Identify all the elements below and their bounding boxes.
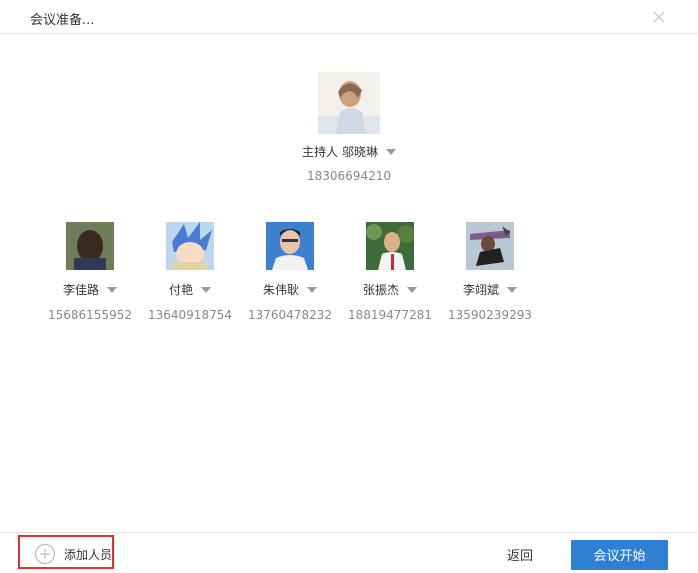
member-card: 李佳路 15686155952 bbox=[40, 222, 140, 322]
member-name: 付艳 bbox=[168, 283, 193, 297]
member-card: 李翊斌 13590239293 bbox=[440, 222, 540, 322]
member-dropdown-icon[interactable] bbox=[307, 287, 317, 293]
host-phone: 18306694210 bbox=[307, 169, 391, 183]
member-phone: 13640918754 bbox=[148, 308, 232, 322]
member-phone: 18819477281 bbox=[348, 308, 432, 322]
member-name: 张振杰 bbox=[362, 283, 399, 297]
member-phone: 13590239293 bbox=[448, 308, 532, 322]
member-name-row: 张振杰 bbox=[340, 282, 440, 298]
member-avatar bbox=[166, 222, 214, 270]
member-dropdown-icon[interactable] bbox=[407, 287, 417, 293]
host-avatar bbox=[318, 72, 380, 134]
member-avatar bbox=[366, 222, 414, 270]
member-avatar bbox=[266, 222, 314, 270]
member-name-row: 李翊斌 bbox=[440, 282, 540, 298]
member-phone: 15686155952 bbox=[48, 308, 132, 322]
dialog-footer: 添加人员 返回 会议开始 bbox=[0, 532, 698, 573]
member-name: 李佳路 bbox=[62, 283, 99, 297]
dialog-title: 会议准备... bbox=[30, 13, 95, 28]
member-card: 付艳 13640918754 bbox=[140, 222, 240, 322]
host-dropdown-icon[interactable] bbox=[386, 149, 397, 155]
member-card: 朱伟耿 13760478232 bbox=[240, 222, 340, 322]
member-phone: 13760478232 bbox=[248, 308, 332, 322]
member-dropdown-icon[interactable] bbox=[507, 287, 517, 293]
dialog-header: 会议准备... bbox=[0, 0, 698, 34]
member-name-row: 李佳路 bbox=[40, 282, 140, 298]
back-button[interactable]: 返回 bbox=[507, 545, 533, 564]
member-avatar bbox=[466, 222, 514, 270]
member-card: 张振杰 18819477281 bbox=[340, 222, 440, 322]
host-card: 主持人 邬晓琳 18306694210 bbox=[0, 72, 698, 183]
host-role-label: 主持人 bbox=[301, 145, 338, 159]
add-member-button[interactable]: 添加人员 bbox=[18, 535, 114, 569]
member-avatar bbox=[66, 222, 114, 270]
member-name-row: 朱伟耿 bbox=[240, 282, 340, 298]
start-meeting-button[interactable]: 会议开始 bbox=[571, 540, 668, 570]
member-dropdown-icon[interactable] bbox=[107, 287, 117, 293]
add-member-label: 添加人员 bbox=[64, 548, 113, 562]
member-name: 朱伟耿 bbox=[262, 283, 299, 297]
host-name-row: 主持人 邬晓琳 bbox=[0, 144, 698, 160]
member-list: 李佳路 15686155952 付艳 13640918754 朱伟耿 13760… bbox=[40, 222, 640, 332]
add-circle-icon bbox=[34, 543, 56, 565]
member-name: 李翊斌 bbox=[462, 283, 499, 297]
member-name-row: 付艳 bbox=[140, 282, 240, 298]
host-name: 邬晓琳 bbox=[342, 145, 379, 159]
member-dropdown-icon[interactable] bbox=[201, 287, 211, 293]
close-icon[interactable] bbox=[650, 8, 668, 26]
